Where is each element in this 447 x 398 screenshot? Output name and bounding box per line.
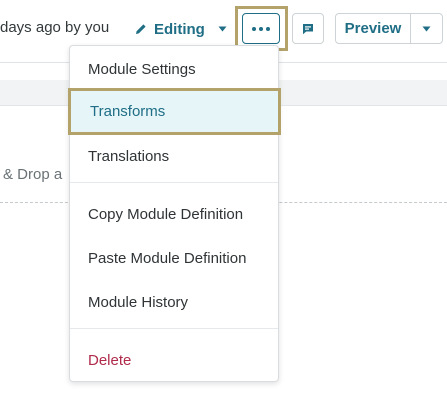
menu-item-transforms[interactable]: Transforms (68, 88, 281, 135)
preview-button[interactable]: Preview (336, 14, 410, 43)
menu-divider (70, 182, 278, 183)
editing-mode-button[interactable]: Editing (126, 14, 230, 44)
menu-item-delete[interactable]: Delete (70, 338, 278, 382)
comments-button[interactable] (292, 13, 324, 44)
menu-item-copy-module-definition[interactable]: Copy Module Definition (70, 192, 278, 236)
preview-button-group: Preview (335, 13, 443, 44)
menu-item-paste-module-definition[interactable]: Paste Module Definition (70, 236, 278, 280)
more-options-button[interactable] (242, 13, 280, 44)
pencil-icon (136, 24, 146, 34)
caret-down-icon (218, 26, 227, 32)
caret-down-icon (422, 26, 431, 31)
drop-zone-text: & Drop a (3, 166, 63, 183)
editing-mode-label: Editing (154, 20, 205, 38)
menu-item-module-history[interactable]: Module History (70, 280, 278, 324)
menu-item-translations[interactable]: Translations (70, 134, 278, 178)
menu-divider (70, 328, 278, 329)
menu-item-module-settings[interactable]: Module Settings (70, 47, 278, 91)
more-options-menu: Module Settings Transforms Translations … (68, 45, 281, 382)
last-saved-text: days ago by you (0, 19, 110, 36)
preview-dropdown-button[interactable] (410, 14, 442, 43)
ellipsis-icon (252, 26, 270, 31)
comment-icon (303, 23, 313, 34)
